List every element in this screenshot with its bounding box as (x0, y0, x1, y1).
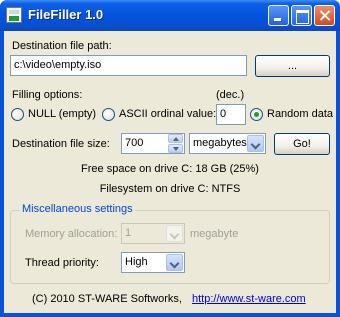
website-link[interactable]: http://www.st-ware.com (192, 293, 306, 305)
file-size-spinner[interactable] (168, 134, 183, 153)
random-radio-label[interactable]: Random data (267, 108, 333, 120)
memory-unit-label: megabyte (190, 228, 239, 240)
copyright-text: (C) 2010 ST-WARE Softworks, (32, 293, 182, 305)
ascii-radio-label[interactable]: ASCII ordinal value: (119, 108, 216, 120)
file-size-label: Destination file size: (12, 138, 110, 150)
browse-button[interactable]: ... (255, 55, 330, 77)
memory-allocation-select: 1 (121, 223, 185, 244)
thread-priority-select[interactable]: High (121, 252, 185, 273)
memory-allocation-value: 1 (125, 227, 132, 239)
free-space-text: Free space on drive C: 18 GB (25%) (81, 163, 259, 175)
file-size-value: 700 (125, 137, 144, 149)
null-radio[interactable] (11, 108, 24, 121)
spin-up-icon[interactable] (168, 134, 183, 143)
dialog-body: Destination file path: c:\video\empty.is… (4, 31, 336, 313)
maximize-button[interactable] (291, 5, 312, 26)
size-unit-select[interactable]: megabytes (189, 133, 266, 154)
filesystem-text: Filesystem on drive C: NTFS (99, 183, 241, 195)
dest-path-input[interactable]: c:\video\empty.iso (10, 55, 247, 76)
random-radio[interactable] (250, 108, 263, 121)
ascii-radio[interactable] (102, 108, 115, 121)
chevron-down-icon (166, 225, 183, 242)
ascii-value-input[interactable]: 0 (216, 104, 246, 125)
dest-path-label: Destination file path: (12, 40, 112, 52)
close-button[interactable] (314, 5, 335, 26)
go-button[interactable]: Go! (274, 133, 330, 155)
thread-priority-value: High (125, 256, 148, 268)
misc-settings-title: Miscellaneous settings (20, 203, 135, 215)
chevron-down-icon[interactable] (166, 254, 183, 271)
app-window: FileFiller 1.0 Destination file path: c:… (0, 0, 340, 317)
minimize-button[interactable] (268, 5, 289, 26)
spin-down-icon[interactable] (168, 144, 183, 153)
chevron-down-icon[interactable] (247, 135, 264, 152)
window-title: FileFiller 1.0 (28, 7, 104, 22)
app-icon[interactable] (6, 7, 22, 23)
memory-allocation-label: Memory allocation: (25, 228, 118, 240)
filling-options-label: Filling options: (12, 89, 83, 101)
title-bar[interactable]: FileFiller 1.0 (0, 0, 340, 31)
null-radio-label[interactable]: NULL (empty) (28, 108, 96, 120)
size-unit-value: megabytes (193, 137, 247, 149)
dec-label: (dec.) (216, 89, 245, 101)
thread-priority-label: Thread priority: (25, 257, 99, 269)
